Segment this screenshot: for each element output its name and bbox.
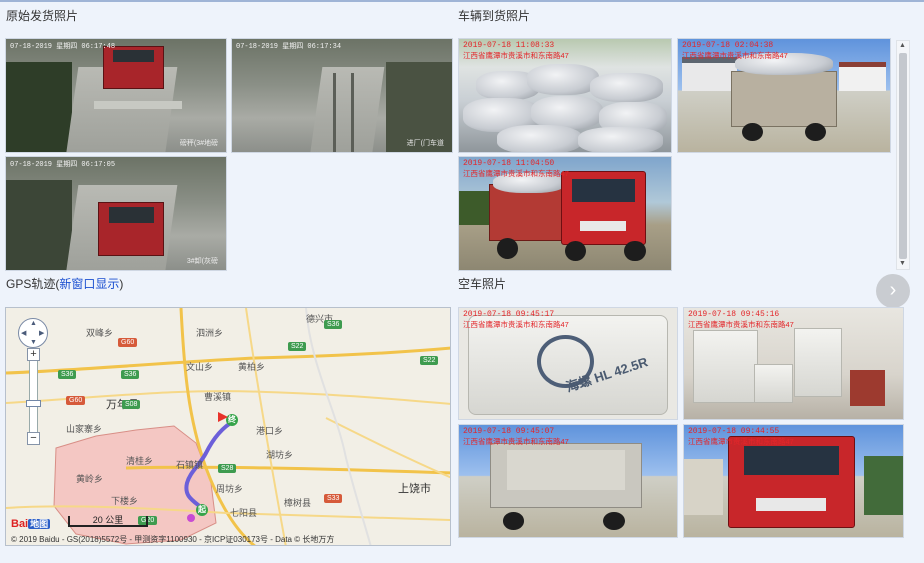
map-place-label: 泗洲乡 (196, 328, 224, 338)
map-place-label: 曹溪镇 (204, 392, 232, 402)
map-place-label: 黄柏乡 (238, 362, 266, 372)
camera-caption: 进厂(门车道 (406, 140, 444, 147)
scroll-thumb[interactable] (899, 53, 907, 259)
road-shield: S33 (324, 494, 343, 503)
road-shield: S36 (121, 370, 140, 379)
pan-right-icon[interactable]: ▶ (39, 329, 44, 337)
empty-photo-2[interactable]: 2019-07-18 09:45:16 江西省鹰潭市贵溪市和东南路47 (683, 307, 904, 420)
map-place-label: 周坊乡 (216, 484, 244, 494)
camera-caption: 磅秤(3#地磅 (179, 140, 218, 147)
photo-timestamp: 07-18-2019 星期四 06:17:48 (10, 43, 116, 51)
gps-title-text: GPS轨迹( (6, 277, 60, 291)
truck (98, 202, 165, 257)
road-shield: S22 (420, 356, 439, 365)
map-place-label: 文山乡 (186, 362, 214, 372)
map-city-label: 上饶市 (398, 483, 431, 495)
photo-location: 江西省鹰潭市贵溪市和东南路47 (688, 437, 794, 446)
zoom-in-button[interactable]: + (27, 348, 40, 361)
map-place-label: 双峰乡 (86, 328, 114, 338)
truck (102, 45, 165, 89)
photo-timestamp: 2019-07-18 02:04:38 (682, 41, 774, 50)
photo-timestamp: 07-18-2019 星期四 06:17:34 (236, 43, 342, 51)
photo-location: 江西省鹰潭市贵溪市和东南路47 (463, 169, 569, 178)
camera-caption: 3#卸(灰磅 (186, 258, 218, 265)
original-photo-2[interactable]: 07-18-2019 星期四 06:17:34 进厂(门车道 (231, 38, 453, 153)
baidu-logo-text: Bai (11, 518, 29, 530)
photo-timestamp: 2019-07-18 09:45:17 (463, 310, 555, 319)
map-place-label: 下楼乡 (111, 496, 139, 506)
photo-timestamp: 2019-07-18 09:45:16 (688, 310, 780, 319)
arrival-photos-title: 车辆到货照片 (458, 9, 531, 23)
photo-timestamp: 2019-07-18 11:04:50 (463, 159, 555, 168)
map-place-label: 清桂乡 (126, 456, 154, 466)
photo-location: 江西省鹰潭市贵溪市和东南路47 (463, 320, 569, 329)
next-page-button[interactable]: › (876, 274, 910, 308)
map-place-label: 石镇镇 (176, 460, 204, 470)
zoom-out-button[interactable]: − (27, 432, 40, 445)
map-scale-bar: 20 公里 (68, 516, 148, 527)
map-place-label: 黄岭乡 (76, 474, 104, 484)
flag-icon (218, 412, 228, 422)
road-shield: S08 (122, 400, 141, 409)
map-copyright: © 2019 Baidu - GS(2018)5572号 - 甲测资字11009… (11, 535, 335, 544)
road-shield: S22 (288, 342, 307, 351)
empty-photo-1[interactable]: 海螺 HL 42.5R 2019-07-18 09:45:17 江西省鹰潭市贵溪… (458, 307, 678, 420)
pan-up-icon[interactable]: ▲ (30, 320, 37, 327)
scroll-up-arrow[interactable]: ▲ (899, 42, 906, 50)
photo-location: 江西省鹰潭市贵溪市和东南路47 (463, 437, 569, 446)
truck-cab (727, 436, 855, 529)
baidu-logo-suffix: 地图 (28, 519, 51, 529)
road-shield: S36 (324, 320, 343, 329)
original-photo-1[interactable]: 07-18-2019 星期四 06:17:48 磅秤(3#地磅 (5, 38, 227, 153)
map-place-label: 七阳县 (230, 508, 258, 518)
road-shield: S28 (218, 464, 237, 473)
photo-location: 江西省鹰潭市贵溪市和东南路47 (682, 51, 788, 60)
pan-left-icon[interactable]: ◀ (21, 329, 26, 337)
original-photo-3[interactable]: 07-18-2019 星期四 06:17:05 3#卸(灰磅 (5, 156, 227, 271)
empty-photo-4[interactable]: 2019-07-18 09:44:55 江西省鹰潭市贵溪市和东南路47 (683, 424, 904, 538)
map-place-label: 港口乡 (256, 426, 284, 436)
vehicle-position-icon (187, 514, 195, 522)
route-start-marker[interactable]: 起 (196, 504, 208, 516)
arrival-photo-1[interactable]: 2019-07-18 11:08:33 江西省鹰潭市贵溪市和东南路47 (458, 38, 672, 153)
photo-timestamp: 2019-07-18 09:45:07 (463, 427, 555, 436)
road-shield: S36 (58, 370, 77, 379)
arrival-photo-3[interactable]: 2019-07-18 11:04:50 江西省鹰潭市贵溪市和东南路47 (458, 156, 672, 271)
photo-location: 江西省鹰潭市贵溪市和东南路47 (688, 320, 794, 329)
map-place-label: 樟树县 (284, 498, 312, 508)
dump-truck (731, 70, 837, 128)
pan-down-icon[interactable]: ▼ (30, 339, 37, 346)
scroll-down-arrow[interactable]: ▼ (899, 260, 906, 268)
map-place-label: 山家寨乡 (66, 424, 103, 434)
baidu-logo: Bai 地图 (11, 517, 51, 530)
photo-location: 江西省鹰潭市贵溪市和东南路47 (463, 51, 569, 60)
road-shield: G60 (66, 396, 86, 405)
arrival-photo-2[interactable]: 2019-07-18 02:04:38 江西省鹰潭市贵溪市和东南路47 (677, 38, 891, 153)
road-shield: G60 (118, 338, 138, 347)
zoom-slider-knob[interactable] (26, 400, 41, 407)
gps-title-close: ) (119, 277, 124, 291)
delivery-photo-page: 原始发货照片 车辆到货照片 GPS轨迹(新窗口显示) 空车照片 07-18-20… (0, 0, 924, 563)
original-photos-title: 原始发货照片 (6, 9, 79, 23)
gps-title: GPS轨迹(新窗口显示) (6, 275, 123, 292)
minor-road (305, 308, 372, 545)
empty-photos-title: 空车照片 (458, 277, 507, 291)
photo-scrollbar[interactable]: ▲ ▼ (896, 40, 910, 270)
photo-timestamp: 07-18-2019 星期四 06:17:05 (10, 161, 116, 169)
gps-map[interactable]: 德兴市 双峰乡 泗洲乡 文山乡 黄柏乡 万年县 曹溪镇 山家寨乡 石镇镇 港口乡… (5, 307, 451, 546)
map-place-label: 湖坊乡 (266, 450, 294, 460)
empty-photo-3[interactable]: 2019-07-18 09:45:07 江西省鹰潭市贵溪市和东南路47 (458, 424, 678, 538)
open-in-new-window-link[interactable]: 新窗口显示 (59, 277, 119, 291)
photo-timestamp: 2019-07-18 11:08:33 (463, 41, 555, 50)
truck-cab (560, 170, 646, 246)
zoom-slider-track[interactable] (29, 350, 38, 442)
photo-timestamp: 2019-07-18 09:44:55 (688, 427, 780, 436)
pan-control[interactable]: ▲ ▼ ◀ ▶ (18, 318, 48, 348)
